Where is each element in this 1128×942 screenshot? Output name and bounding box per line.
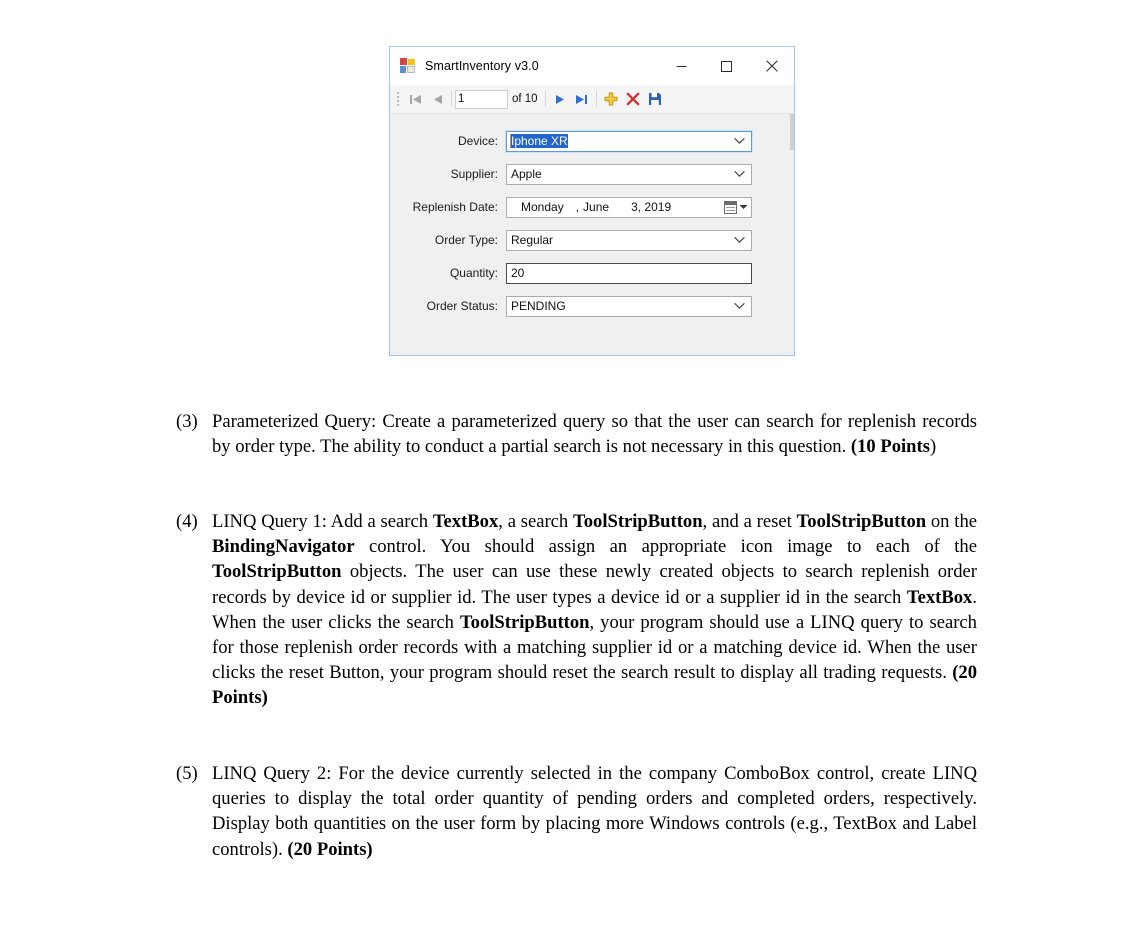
- window-controls: [659, 47, 794, 85]
- question-item-3: (3) Parameterized Query: Create a parame…: [176, 409, 977, 459]
- supplier-value: Apple: [511, 167, 542, 181]
- order-type-value: Regular: [511, 233, 554, 247]
- field-row-quantity: Quantity: 20: [390, 262, 794, 284]
- position-input[interactable]: 1: [455, 89, 508, 109]
- question-number: (4): [176, 511, 198, 532]
- device-label: Device:: [457, 134, 498, 148]
- question-item-5: (5) LINQ Query 2: For the device current…: [176, 761, 977, 862]
- date-weekday: Monday: [521, 200, 564, 214]
- toolstrip-grip[interactable]: [394, 89, 401, 109]
- order-status-value: PENDING: [511, 299, 566, 313]
- replenish-date-picker[interactable]: Monday , June 3, 2019: [506, 196, 752, 218]
- order-type-combobox[interactable]: Regular: [506, 229, 752, 251]
- delete-icon[interactable]: [622, 88, 644, 110]
- order-status-combobox[interactable]: PENDING: [506, 295, 752, 317]
- question-number: (3): [176, 411, 198, 432]
- quantity-input[interactable]: 20: [506, 262, 752, 284]
- supplier-label: Supplier:: [450, 167, 498, 181]
- field-row-order-type: Order Type: Regular: [390, 229, 794, 251]
- chevron-down-icon[interactable]: [739, 204, 748, 210]
- device-combobox[interactable]: Iphone XR: [505, 129, 753, 153]
- window-title: SmartInventory v3.0: [425, 59, 539, 73]
- date-month: June: [583, 200, 610, 214]
- field-row-order-status: Order Status: PENDING: [390, 295, 794, 317]
- minimize-icon[interactable]: [659, 47, 704, 85]
- date-day-year: 3, 2019: [631, 200, 672, 214]
- chevron-down-icon[interactable]: [734, 170, 745, 178]
- quantity-value: 20: [511, 266, 525, 280]
- supplier-combobox[interactable]: Apple: [506, 163, 752, 185]
- add-new-icon[interactable]: [600, 88, 622, 110]
- toolstrip-separator: [544, 91, 546, 107]
- question-text: LINQ Query 1: Add a search TextBox, a se…: [212, 511, 977, 709]
- record-count-label: of 10: [512, 93, 538, 105]
- close-icon[interactable]: [749, 47, 794, 85]
- form-body: Device: Iphone XR Supplier: Apple Replen…: [390, 114, 794, 355]
- question-number: (5): [176, 763, 198, 784]
- window-titlebar: SmartInventory v3.0: [390, 47, 794, 85]
- chevron-down-icon[interactable]: [734, 302, 745, 310]
- binding-navigator-toolstrip: 1 of 10: [390, 85, 794, 114]
- move-previous-icon[interactable]: [426, 88, 448, 110]
- winforms-app-icon: [400, 58, 416, 74]
- chevron-down-icon[interactable]: [734, 236, 745, 244]
- toolstrip-separator: [451, 91, 452, 107]
- toolstrip-separator: [595, 91, 597, 107]
- move-first-icon[interactable]: [404, 88, 426, 110]
- chevron-down-icon[interactable]: [734, 137, 745, 145]
- field-row-device: Device: Iphone XR: [390, 129, 794, 153]
- quantity-label: Quantity:: [449, 266, 498, 280]
- order-status-label: Order Status:: [426, 299, 498, 313]
- field-row-supplier: Supplier: Apple: [390, 163, 794, 185]
- calendar-icon[interactable]: [724, 200, 737, 214]
- maximize-icon[interactable]: [704, 47, 749, 85]
- order-type-label: Order Type:: [434, 233, 498, 247]
- device-value: Iphone XR: [510, 134, 568, 148]
- question-text: Parameterized Query: Create a parameteri…: [212, 411, 977, 458]
- date-comma: ,: [575, 200, 580, 214]
- move-last-icon[interactable]: [571, 88, 593, 110]
- question-text: LINQ Query 2: For the device currently s…: [212, 763, 977, 860]
- save-icon[interactable]: [644, 88, 666, 110]
- question-item-4: (4) LINQ Query 1: Add a search TextBox, …: [176, 509, 977, 711]
- move-next-icon[interactable]: [549, 88, 571, 110]
- replenish-date-label: Replenish Date:: [412, 200, 498, 214]
- field-row-replenish-date: Replenish Date: Monday , June 3, 2019: [390, 196, 794, 218]
- smartinventory-window: SmartInventory v3.0 1 of 10 Device: Ipho…: [389, 46, 795, 356]
